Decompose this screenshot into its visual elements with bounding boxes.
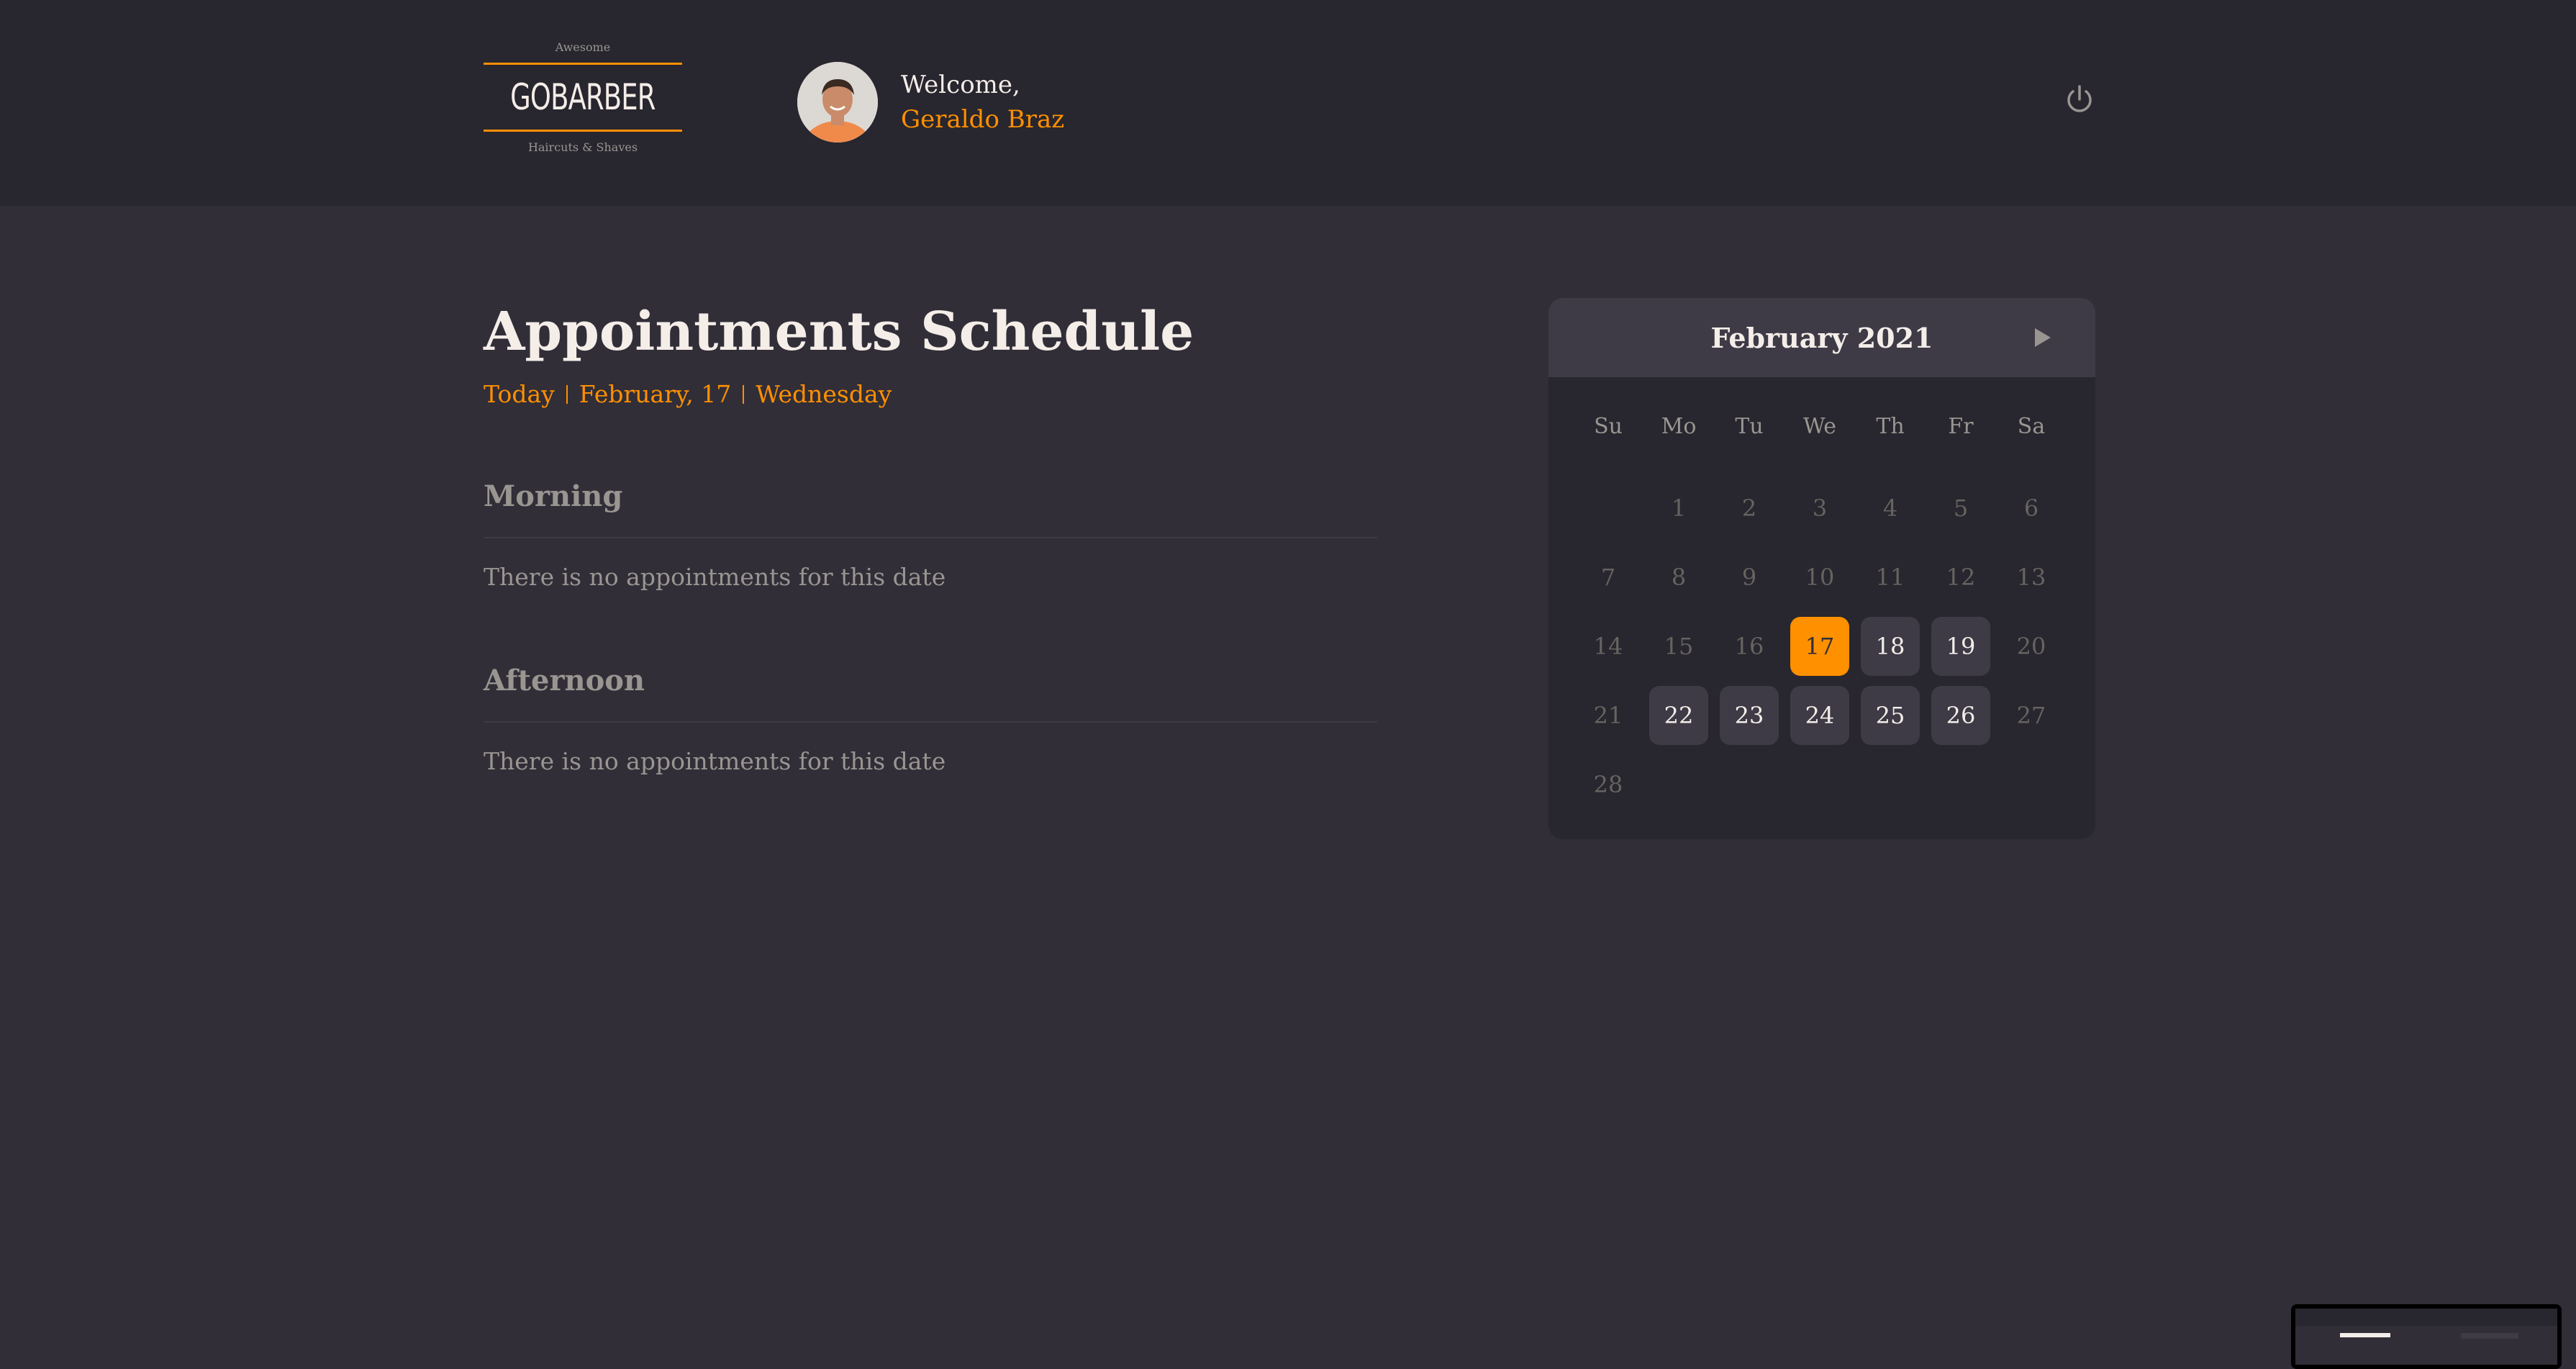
preview-header [2295,1309,2557,1326]
user-name-link[interactable]: Geraldo Braz [901,102,1064,137]
calendar-day-available[interactable]: 23 [1714,681,1784,750]
subtitle-divider [743,384,745,404]
calendar-day-label: 16 [1734,633,1764,660]
logo-tagline-bottom: Haircuts & Shaves [527,140,638,154]
date-subtitle: Today February, 17 Wednesday [484,380,892,408]
page-title: Appointments Schedule [484,301,1194,363]
calendar-day-disabled: 1 [1643,474,1714,543]
power-icon[interactable] [2062,82,2097,117]
weekday-header: Th [1876,413,1905,439]
calendar-day-disabled: 5 [1926,474,1996,543]
calendar-day-label: 3 [1812,494,1828,522]
calendar-day-label: 27 [2016,702,2046,729]
calendar-day-label: 11 [1875,564,1905,591]
calendar-grid: Su Mo Tu We Th Fr Sa 1 2 3 4 5 6 7 8 9 10 11 12 13 14 15 16 17 1… [1573,405,2067,819]
calendar-empty-cell [1573,474,1643,543]
preview-calendar [2461,1333,2518,1339]
calendar-day-label: 7 [1600,564,1616,591]
calendar-day-disabled: 16 [1714,612,1784,681]
calendar-day-label: 12 [1946,564,1976,591]
weekday-header: Tu [1735,413,1764,439]
calendar-day-disabled: 12 [1926,543,1996,612]
calendar-day-label: 14 [1593,633,1623,660]
calendar-day-label: 20 [2016,633,2046,660]
section-title-afternoon: Afternoon [484,664,645,697]
calendar-day-disabled: 10 [1784,543,1855,612]
calendar-day-available[interactable]: 18 [1855,612,1926,681]
calendar-day-available[interactable]: 26 [1926,681,1996,750]
weekday-header: Fr [1948,413,1974,439]
calendar-day-label: 21 [1593,702,1623,729]
calendar-day-disabled: 21 [1573,681,1643,750]
section-divider [484,537,1377,538]
calendar-day-disabled: 13 [1996,543,2067,612]
calendar-day-disabled: 20 [1996,612,2067,681]
calendar-day-label: 5 [1953,494,1969,522]
avatar[interactable] [797,62,878,143]
calendar-day-label: 26 [1931,686,1990,745]
calendar-day-disabled: 2 [1714,474,1784,543]
calendar-day-disabled: 7 [1573,543,1643,612]
calendar-day-label: 19 [1931,617,1990,676]
calendar-day-label: 10 [1805,564,1835,591]
calendar-day-available[interactable]: 24 [1784,681,1855,750]
calendar-day-disabled: 28 [1573,750,1643,819]
calendar-day-disabled: 3 [1784,474,1855,543]
calendar: February 2021 Su Mo Tu We Th Fr Sa 1 2 3 4 5 6 7 8 9 10 1… [1548,298,2095,839]
calendar-day-label: 18 [1861,617,1920,676]
avatar-image [797,62,878,143]
section-divider [484,721,1377,723]
logo-wordmark-box: GOBARBER [484,63,682,132]
weekday-label: Wednesday [756,380,892,408]
afternoon-empty-message: There is no appointments for this date [484,747,946,775]
calendar-day-label: 8 [1671,564,1687,591]
calendar-day-disabled: 6 [1996,474,2067,543]
calendar-day-available[interactable]: 19 [1926,612,1996,681]
weekday-header: Su [1594,413,1623,439]
gobarber-logo[interactable]: Awesome GOBARBER Haircuts & Shaves [484,40,682,164]
calendar-day-label: 23 [1720,686,1779,745]
preview-thumbnail[interactable] [2291,1304,2562,1369]
calendar-day-label: 25 [1861,686,1920,745]
calendar-day-label: 22 [1649,686,1708,745]
logo-tagline-top: Awesome [555,40,611,54]
calendar-day-label: 6 [2023,494,2039,522]
section-title-morning: Morning [484,479,623,513]
calendar-day-label: 1 [1671,494,1687,522]
weekday-header: Mo [1661,413,1697,439]
calendar-day-available[interactable]: 25 [1855,681,1926,750]
calendar-day-label: 17 [1790,617,1849,676]
welcome-block: Welcome, Geraldo Braz [901,68,1064,137]
calendar-header: February 2021 [1548,298,2095,377]
calendar-day-label: 13 [2016,564,2046,591]
weekday-header: We [1802,413,1837,439]
calendar-day-disabled: 27 [1996,681,2067,750]
calendar-day-disabled: 9 [1714,543,1784,612]
preview-thumbnail-content [2295,1309,2557,1365]
subtitle-divider [566,384,568,404]
calendar-day-disabled: 11 [1855,543,1926,612]
calendar-month-label: February 2021 [1710,321,1933,354]
calendar-day-disabled: 15 [1643,612,1714,681]
calendar-day-label: 2 [1741,494,1757,522]
morning-empty-message: There is no appointments for this date [484,563,946,591]
app-header: Awesome GOBARBER Haircuts & Shaves Welco… [0,0,2576,206]
calendar-day-selected[interactable]: 17 [1784,612,1855,681]
chevron-right-icon[interactable] [2035,328,2051,347]
today-label: Today [484,380,555,408]
calendar-day-label: 4 [1882,494,1898,522]
logo-wordmark: GOBARBER [510,76,656,118]
calendar-day-disabled: 4 [1855,474,1926,543]
date-label: February, 17 [579,380,732,408]
welcome-label: Welcome, [901,71,1020,99]
calendar-day-available[interactable]: 22 [1643,681,1714,750]
calendar-day-disabled: 14 [1573,612,1643,681]
weekday-header: Sa [2017,413,2046,439]
calendar-day-label: 24 [1790,686,1849,745]
preview-title [2340,1333,2390,1337]
calendar-day-disabled: 8 [1643,543,1714,612]
calendar-day-label: 9 [1741,564,1757,591]
calendar-day-label: 15 [1664,633,1694,660]
calendar-day-label: 28 [1593,771,1623,798]
